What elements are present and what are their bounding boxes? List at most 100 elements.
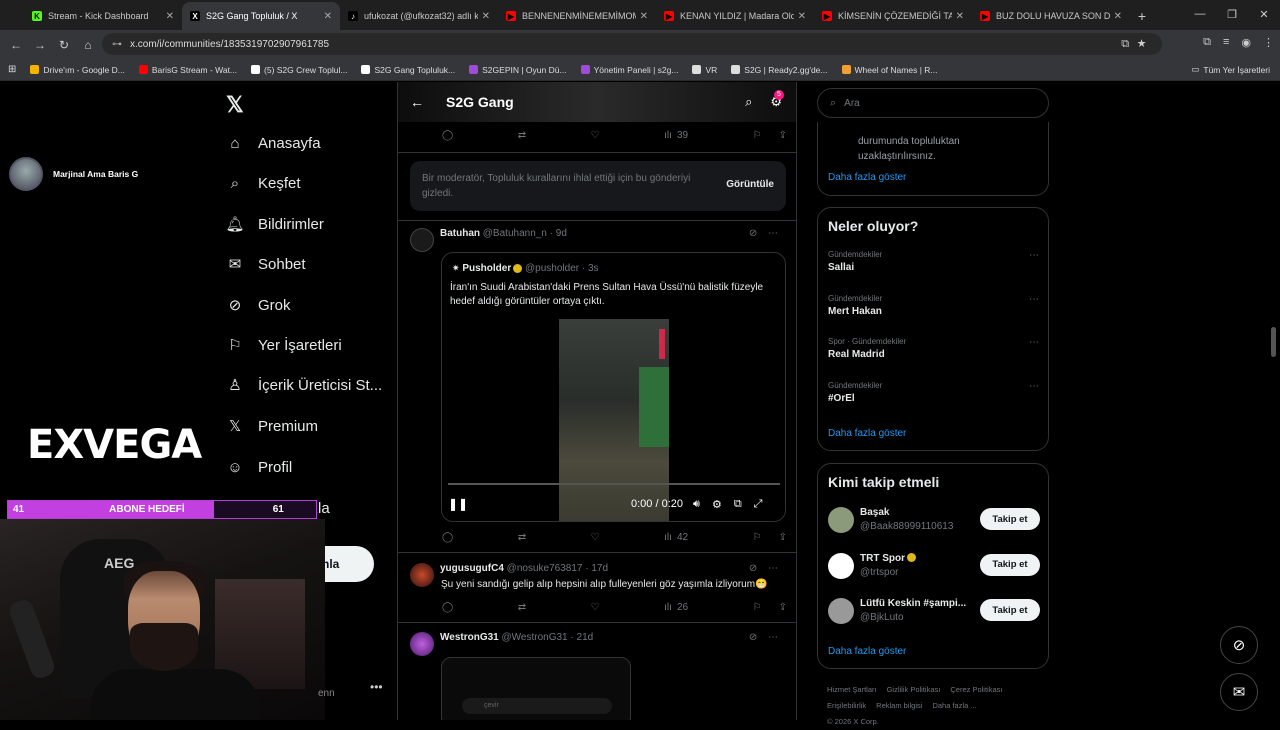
footer-link[interactable]: Hizmet Şartları [827,685,877,694]
trend-more-icon[interactable]: ⋯ [1029,294,1040,305]
tweet-more-icon[interactable]: ⊘ ⋯ [749,228,782,239]
like-icon[interactable]: ♡ [591,130,600,141]
pause-icon[interactable]: ❚❚ [448,497,468,511]
trend-more-icon[interactable]: ⋯ [1029,250,1040,261]
trend-more-icon[interactable]: ⋯ [1029,381,1040,392]
browser-tab[interactable]: X S2G Gang Topluluk / X ✕ [182,2,340,30]
forward-icon[interactable]: → [28,38,52,52]
follow-suggestion[interactable]: Başak @Baak88999110613 Takip et [828,505,1040,539]
trend-item[interactable]: Gündemdekiler Sallai ⋯ [828,250,1040,273]
views-count[interactable]: ılı 39 [664,130,688,141]
tweet-more-icon[interactable]: ⊘ ⋯ [749,632,782,643]
bookmark-item[interactable]: Drive'ım - Google D... [30,65,125,75]
bookmark-icon[interactable]: ⚐ [753,602,762,613]
nav-item-creator-studio[interactable]: ♙ İçerik Üreticisi St... [226,376,382,395]
footer-link[interactable]: Reklam bilgisi [876,701,922,710]
avatar[interactable] [410,563,434,587]
messages-icon[interactable]: ✉ [1220,673,1258,711]
share-icon[interactable]: ⇪ [779,130,787,141]
browser-tab[interactable]: ▶ BENNENENMİNEMEMİMOMAN ✕ [498,2,656,30]
bookmark-icon[interactable]: ⚐ [753,130,762,141]
page-scrollbar[interactable] [1271,327,1276,357]
footer-link[interactable]: Çerez Politikası [950,685,1002,694]
tab-close-icon[interactable]: ✕ [166,11,174,22]
avatar[interactable] [410,632,434,656]
repost-icon[interactable]: ⇄ [518,130,526,141]
video-progress-bar[interactable] [448,483,780,485]
account-more-icon[interactable]: ••• [370,680,383,694]
follow-button[interactable]: Takip et [980,553,1040,576]
author-name[interactable]: yugusugufC4 [440,563,504,574]
repost-icon[interactable]: ⇄ [518,532,526,543]
browser-tab[interactable]: ▶ KENAN YILDIZ | Madara Olduk ✕ [656,2,814,30]
home-icon[interactable]: ⌂ [76,38,100,52]
bookmark-item[interactable]: BarisG Stream - Wat... [138,65,237,75]
browser-tab[interactable]: ▶ KİMSENİN ÇÖZEMEDİĞİ TARİH ✕ [814,2,972,30]
bookmark-item[interactable]: S2G | Ready2.gg'de... [731,65,828,75]
nav-item-bookmarks[interactable]: ⚐ Yer İşaretleri [226,336,341,355]
avatar[interactable] [410,228,434,252]
tweet-time[interactable]: 21d [577,632,594,643]
volume-icon[interactable]: 🔊︎ [693,498,700,511]
browser-tab[interactable]: ♪ ufukozat (@ufkozat32) adlı kul ✕ [340,2,498,30]
omnibox-icons[interactable]: ⧉★ [1121,38,1154,51]
address-bar[interactable]: ⊶ x.com/i/communities/183531970290796178… [102,33,1162,55]
close-window-button[interactable]: ✕ [1248,0,1280,28]
repost-icon[interactable]: ⇄ [518,602,526,613]
bookmark-item[interactable]: S2G Gang Topluluk... [361,65,455,75]
follow-button[interactable]: Takip et [980,508,1040,530]
tweet-more-icon[interactable]: ⊘ ⋯ [749,563,782,574]
author-handle[interactable]: @Batuhann_n [483,228,547,239]
back-icon[interactable]: ← [4,38,28,52]
nav-item-notifications[interactable]: 🔔︎ Bildirimler [225,215,323,234]
fullscreen-icon[interactable]: ⤢ [754,498,763,511]
reload-icon[interactable]: ↻ [52,38,76,52]
trend-item[interactable]: Spor · Gündemdekiler Real Madrid ⋯ [828,337,1040,360]
bookmark-item[interactable]: Wheel of Names | R... [841,65,937,75]
footer-link[interactable]: Daha fazla ... [932,701,976,710]
trend-item[interactable]: Gündemdekiler Mert Hakan ⋯ [828,294,1040,317]
browser-tab[interactable]: ▶ BUZ DOLU HAVUZA SON DÜŞ ✕ [972,2,1130,30]
bookmark-item[interactable]: VR [692,65,717,75]
minimize-button[interactable]: — [1184,0,1216,28]
follow-button[interactable]: Takip et [980,599,1040,621]
reply-icon[interactable]: ◯ [442,532,453,543]
back-arrow-icon[interactable]: ← [410,94,424,110]
video-settings-icon[interactable]: ⚙ [712,498,722,511]
footer-link[interactable]: Erişilebilirlik [827,701,866,710]
author-name[interactable]: Batuhan [440,228,480,239]
like-icon[interactable]: ♡ [591,532,600,543]
nav-item-profile[interactable]: ☺ Profil [226,458,292,476]
apps-icon[interactable]: ⊞ [8,64,16,75]
follow-suggestion[interactable]: Lütfü Keskin #şampi... @BjkLuto Takip et [828,596,1040,630]
like-icon[interactable]: ♡ [591,602,600,613]
share-icon[interactable]: ⇪ [779,602,787,613]
views-count[interactable]: ılı 42 [664,532,688,543]
site-info-icon[interactable]: ⊶ [112,39,122,50]
nav-item-home[interactable]: ⌂ Anasayfa [226,134,320,152]
reply-icon[interactable]: ◯ [442,130,453,141]
views-count[interactable]: ılı 26 [664,602,688,613]
menu-icon[interactable]: ⋮ [1263,36,1274,49]
video-player[interactable]: ❚❚ 0:00 / 0:20 🔊︎ ⚙ ⧉ ⤢ [442,319,785,521]
reply-icon[interactable]: ◯ [442,602,453,613]
tab-close-icon[interactable]: ✕ [324,11,332,22]
tab-close-icon[interactable]: ✕ [482,11,490,22]
quoted-time[interactable]: 3s [588,263,599,274]
share-icon[interactable]: ⇪ [779,532,787,543]
tab-close-icon[interactable]: ✕ [640,11,648,22]
show-more-link[interactable]: Daha fazla göster [828,172,906,183]
new-tab-button[interactable]: + [1130,2,1154,30]
nav-item-grok[interactable]: ⊘ Grok [226,296,291,315]
grok-icon[interactable]: ⊘ [1220,626,1258,664]
bookmark-item[interactable]: S2GEPIN | Oyun Dü... [469,65,567,75]
extensions-icon[interactable]: ⧉ [1203,36,1211,49]
show-more-link[interactable]: Daha fazla göster [828,428,906,439]
quoted-author-name[interactable]: Pusholder [462,263,511,274]
browser-tab[interactable]: K Stream - Kick Dashboard ✕ [24,2,182,30]
tab-close-icon[interactable]: ✕ [1114,11,1122,22]
trend-more-icon[interactable]: ⋯ [1029,337,1040,348]
bookmark-icon[interactable]: ⚐ [753,532,762,543]
author-name[interactable]: WestronG31 [440,632,499,643]
tweet-time[interactable]: 9d [556,228,567,239]
